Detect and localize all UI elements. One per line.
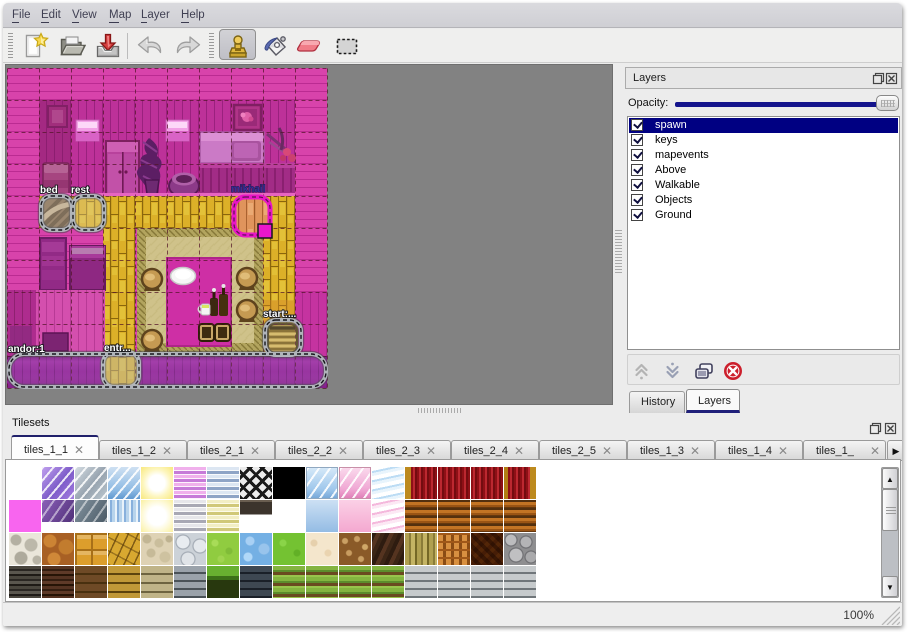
svg-text:rest: rest — [71, 185, 90, 196]
svg-text:start:...: start:... — [263, 309, 297, 320]
svg-text:mikhail: mikhail — [231, 184, 266, 195]
svg-text:entr...: entr... — [104, 343, 131, 354]
svg-text:andor:1: andor:1 — [8, 344, 45, 355]
svg-text:bed: bed — [40, 185, 58, 196]
